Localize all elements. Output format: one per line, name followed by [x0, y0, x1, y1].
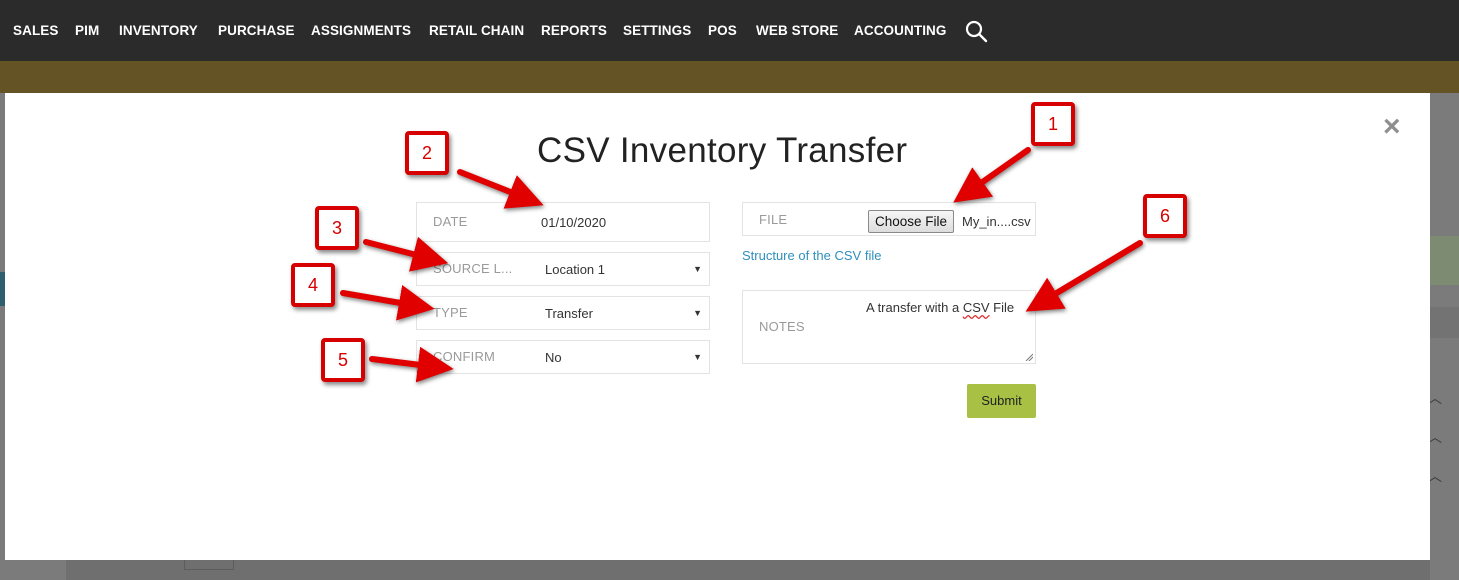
notes-value-misspelled: CSV: [962, 300, 990, 315]
accent-bar: [0, 61, 1459, 93]
callout-1: 1: [1031, 102, 1075, 146]
callout-3: 3: [315, 206, 359, 250]
confirm-select[interactable]: CONFIRM No ▼: [416, 340, 710, 374]
notes-value-before: A transfer with a: [866, 300, 963, 315]
notes-value: A transfer with a CSV File: [866, 300, 1014, 315]
modal-title: CSV Inventory Transfer: [537, 131, 908, 170]
nav-item-sales[interactable]: SALES: [13, 23, 59, 38]
nav-item-retail-chain[interactable]: RETAIL CHAIN: [429, 23, 524, 38]
resize-handle-icon[interactable]: [1025, 353, 1033, 361]
nav-item-pim[interactable]: PIM: [75, 23, 99, 38]
chevron-up-icon: ︿: [1428, 468, 1442, 484]
caret-down-icon: ▼: [693, 352, 702, 362]
date-value: 01/10/2020: [541, 215, 607, 230]
source-location-select[interactable]: SOURCE L... Location 1 ▼: [416, 252, 710, 286]
source-location-value: Location 1: [545, 262, 605, 277]
callout-4: 4: [291, 263, 335, 307]
date-label: DATE: [433, 214, 468, 229]
backdrop-bottom-panel: [66, 560, 1430, 580]
callout-5: 5: [321, 338, 365, 382]
submit-button[interactable]: Submit: [967, 384, 1036, 418]
nav-item-purchase[interactable]: PURCHASE: [218, 23, 295, 38]
type-label: TYPE: [433, 305, 468, 320]
nav-item-web-store[interactable]: WEB STORE: [756, 23, 838, 38]
nav-item-accounting[interactable]: ACCOUNTING: [854, 23, 947, 38]
nav-item-assignments[interactable]: ASSIGNMENTS: [311, 23, 411, 38]
caret-down-icon: ▼: [693, 308, 702, 318]
type-select[interactable]: TYPE Transfer ▼: [416, 296, 710, 330]
nav-item-settings[interactable]: SETTINGS: [623, 23, 691, 38]
source-location-label: SOURCE L...: [433, 261, 513, 276]
file-label: FILE: [759, 212, 788, 227]
type-value: Transfer: [545, 306, 593, 321]
notes-textarea[interactable]: NOTES A transfer with a CSV File: [742, 290, 1036, 364]
file-name: My_in....csv: [962, 214, 1031, 229]
notes-label: NOTES: [759, 319, 805, 334]
confirm-value: No: [545, 350, 562, 365]
confirm-label: CONFIRM: [433, 349, 496, 364]
file-field: FILE Choose File My_in....csv: [742, 202, 1036, 236]
backdrop-bottom-box: [184, 560, 234, 570]
nav-item-reports[interactable]: REPORTS: [541, 23, 607, 38]
callout-6: 6: [1143, 194, 1187, 238]
backdrop-strip: [1430, 307, 1459, 338]
chevron-up-icon: ︿: [1428, 390, 1442, 406]
callout-2: 2: [405, 131, 449, 175]
caret-down-icon: ▼: [693, 264, 702, 274]
close-icon[interactable]: ×: [1383, 112, 1401, 142]
chevron-up-icon: ︿: [1428, 429, 1442, 445]
search-icon[interactable]: [964, 19, 988, 43]
csv-structure-link[interactable]: Structure of the CSV file: [742, 248, 881, 263]
choose-file-button[interactable]: Choose File: [868, 210, 955, 233]
notes-value-after: File: [989, 300, 1015, 315]
nav-item-inventory[interactable]: INVENTORY: [119, 23, 198, 38]
date-field[interactable]: DATE 01/10/2020: [416, 202, 710, 242]
backdrop-green-panel: [1430, 236, 1459, 285]
top-nav: SALES PIM INVENTORY PURCHASE ASSIGNMENTS…: [0, 0, 1459, 61]
nav-item-pos[interactable]: POS: [708, 23, 737, 38]
